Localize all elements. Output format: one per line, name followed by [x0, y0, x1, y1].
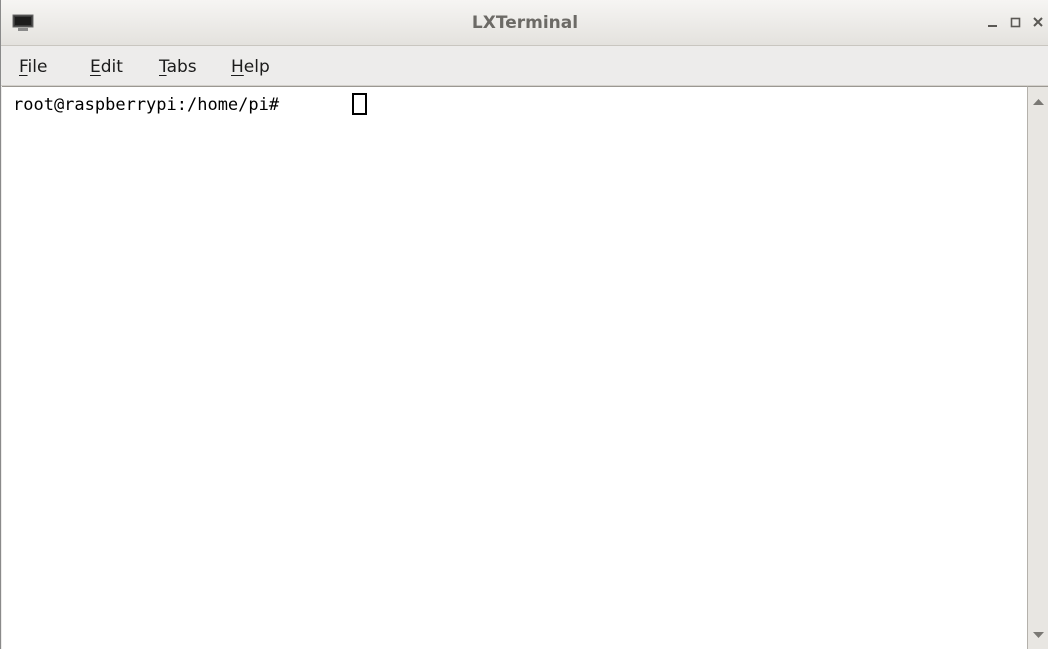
terminal-prompt: root@raspberrypi:/home/pi#: [13, 95, 290, 115]
close-icon[interactable]: [1031, 14, 1047, 30]
scroll-up-arrow-icon[interactable]: [1029, 93, 1048, 112]
menu-file[interactable]: File: [19, 46, 47, 86]
lxterminal-window: LXTerminal File Edit Tabs Help root@rasp…: [0, 0, 1048, 649]
terminal-cursor: [352, 93, 367, 115]
vertical-scrollbar[interactable]: [1027, 86, 1048, 649]
scroll-down-arrow-icon[interactable]: [1029, 625, 1048, 644]
terminal-area[interactable]: root@raspberrypi:/home/pi#: [2, 86, 1027, 649]
menu-edit[interactable]: Edit: [90, 46, 123, 86]
title-bar[interactable]: LXTerminal: [1, 0, 1048, 46]
maximize-icon[interactable]: [1008, 14, 1024, 30]
menu-help[interactable]: Help: [231, 46, 270, 86]
scrollbar-track[interactable]: [1029, 113, 1048, 623]
minimize-icon[interactable]: [985, 14, 1001, 30]
window-title: LXTerminal: [471, 13, 579, 33]
menu-bar: File Edit Tabs Help: [1, 46, 1048, 86]
menu-tabs[interactable]: Tabs: [159, 46, 197, 86]
